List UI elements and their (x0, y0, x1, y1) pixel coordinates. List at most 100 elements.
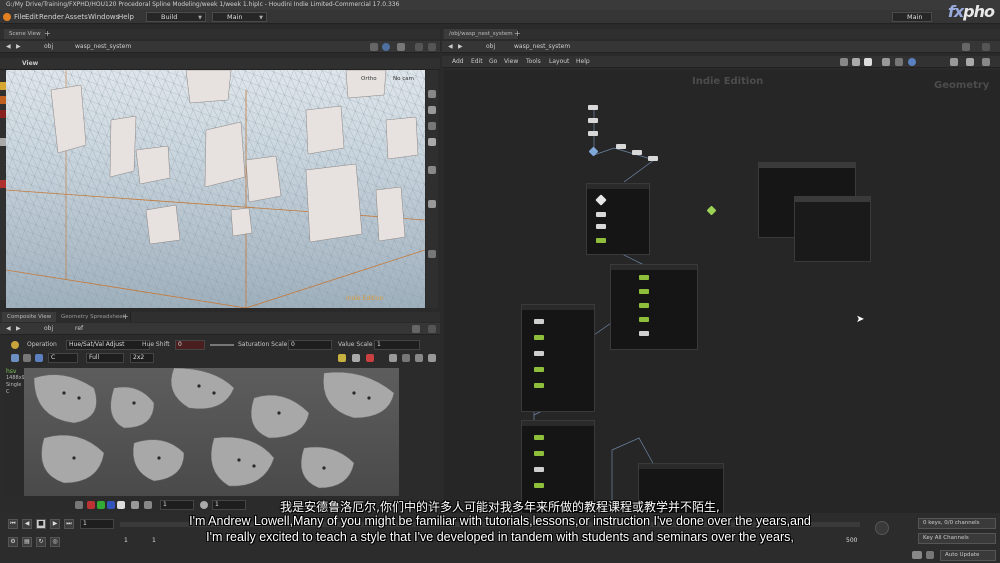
note-box-2[interactable] (794, 196, 871, 262)
hue-shift-field[interactable]: 0 (175, 340, 205, 350)
hue-shift-slider[interactable] (210, 344, 234, 346)
net-tool-icon-8[interactable] (966, 58, 974, 66)
pin-icon[interactable] (370, 43, 378, 51)
comp-tool-icon-a[interactable] (338, 354, 346, 362)
menu-file[interactable]: File (14, 10, 26, 24)
net-path-node[interactable]: wasp_nest_system (514, 41, 570, 53)
cam-menu[interactable]: No cam (393, 76, 414, 82)
settings-icon[interactable] (397, 43, 405, 51)
box4-node-1[interactable] (534, 435, 544, 440)
net-back-icon[interactable]: ◀ (448, 41, 453, 53)
box2-node-5[interactable] (639, 331, 649, 336)
forward-icon[interactable]: ▶ (16, 41, 21, 53)
auto-update-select[interactable]: Auto Update (940, 550, 996, 561)
lock-icon[interactable] (926, 551, 934, 559)
persp-menu[interactable]: Ortho (361, 76, 377, 82)
view-label[interactable]: View (22, 58, 38, 70)
display-opt-icon-3[interactable] (428, 122, 436, 130)
net-tool-icon-9[interactable] (982, 58, 990, 66)
box3-node-2[interactable] (534, 335, 544, 340)
net-tool-icon-7[interactable] (950, 58, 958, 66)
box3-node-4[interactable] (534, 367, 544, 372)
menu-windows[interactable]: Windows (88, 10, 119, 24)
net-tool-icon-1[interactable] (840, 58, 848, 66)
chat-icon[interactable] (912, 551, 922, 559)
comp-path-root[interactable]: obj (44, 323, 53, 335)
net-pin-icon[interactable] (962, 43, 970, 51)
display-opt-icon-1[interactable] (428, 90, 436, 98)
menu-render[interactable]: Render (39, 10, 64, 24)
panel-close-icon[interactable] (428, 43, 436, 51)
box2-node-2[interactable] (639, 289, 649, 294)
node-chain-1[interactable] (616, 144, 626, 149)
value-scale-field[interactable]: 1 (374, 340, 420, 350)
box1-node-b[interactable] (596, 224, 606, 229)
network-box-2[interactable] (610, 264, 698, 350)
net-path-root[interactable]: obj (486, 41, 495, 53)
box3-node-5[interactable] (534, 383, 544, 388)
desktop-select[interactable]: Build ▼ (146, 12, 206, 22)
box1-node-a[interactable] (596, 212, 606, 217)
node-top-3[interactable] (588, 131, 598, 136)
box4-node-4[interactable] (534, 483, 544, 488)
shelf-select[interactable]: Main ▼ (212, 12, 267, 22)
comp-tool-icon-d[interactable] (389, 354, 397, 362)
box2-node-1[interactable] (639, 275, 649, 280)
path-root[interactable]: obj (44, 41, 53, 53)
net-close-icon[interactable] (982, 43, 990, 51)
back-icon[interactable]: ◀ (6, 41, 11, 53)
comp-tool-icon-e[interactable] (402, 354, 410, 362)
node-top-2[interactable] (588, 118, 598, 123)
box4-node-2[interactable] (534, 451, 544, 456)
add-network-tab-button[interactable]: + (514, 29, 521, 39)
net-menu-help[interactable]: Help (576, 56, 590, 68)
operation-select[interactable]: Hue/Sat/Val Adjust (66, 340, 150, 350)
net-menu-add[interactable]: Add (452, 56, 464, 68)
net-tool-icon-4[interactable] (882, 58, 890, 66)
menu-help[interactable]: Help (118, 10, 134, 24)
tab-network[interactable]: /obj/wasp_nest_system (444, 29, 519, 39)
path-node[interactable]: wasp_nest_system (75, 41, 131, 53)
link-icon[interactable] (382, 43, 390, 51)
net-menu-view[interactable]: View (504, 56, 518, 68)
tab-scene-view[interactable]: Scene View (4, 29, 47, 39)
net-tool-icon-6[interactable] (908, 58, 916, 66)
net-tool-icon-2[interactable] (852, 58, 860, 66)
net-menu-layout[interactable]: Layout (549, 56, 569, 68)
saturation-scale-field[interactable]: 0 (288, 340, 332, 350)
display-opt-icon-6[interactable] (428, 200, 436, 208)
comp-display-icon[interactable] (11, 354, 19, 362)
box2-node-4[interactable] (639, 317, 649, 322)
box2-node-3[interactable] (639, 303, 649, 308)
comp-tool-icon-f[interactable] (415, 354, 423, 362)
add-tab-button[interactable]: + (44, 29, 51, 39)
node-top-1[interactable] (588, 105, 598, 110)
panel-max-icon[interactable] (415, 43, 423, 51)
node-chain-2[interactable] (632, 150, 642, 155)
net-tool-icon-3[interactable] (864, 58, 872, 66)
net-forward-icon[interactable]: ▶ (458, 41, 463, 53)
comp-snap-icon[interactable] (35, 354, 43, 362)
node-chain-3[interactable] (648, 156, 658, 161)
menu-edit[interactable]: Edit (25, 10, 39, 24)
box3-node-3[interactable] (534, 351, 544, 356)
comp-tool-icon-c[interactable] (366, 354, 374, 362)
tab-geometry-spreadsheet[interactable]: Geometry Spreadsheet (56, 312, 131, 322)
net-menu-tools[interactable]: Tools (526, 56, 541, 68)
tab-composite-view[interactable]: Composite View (2, 312, 58, 322)
network-box-1[interactable] (586, 183, 650, 255)
box3-node-1[interactable] (534, 319, 544, 324)
channel-select[interactable]: C (48, 353, 78, 363)
comp-tool-icon-b[interactable] (352, 354, 360, 362)
display-opt-icon-7[interactable] (428, 250, 436, 258)
depth-select[interactable]: Full (86, 353, 124, 363)
display-opt-icon-2[interactable] (428, 106, 436, 114)
menu-assets[interactable]: Assets (65, 10, 88, 24)
zoom-select[interactable]: 2x2 (130, 353, 154, 363)
comp-tool-icon-g[interactable] (428, 354, 436, 362)
scene-viewport[interactable]: Indie Edition Ortho No cam (6, 70, 425, 308)
comp-back-icon[interactable]: ◀ (6, 323, 11, 335)
comp-path-node[interactable]: ref (75, 323, 83, 335)
right-shelf-select[interactable]: Main (892, 12, 932, 22)
composite-image[interactable] (24, 368, 399, 496)
